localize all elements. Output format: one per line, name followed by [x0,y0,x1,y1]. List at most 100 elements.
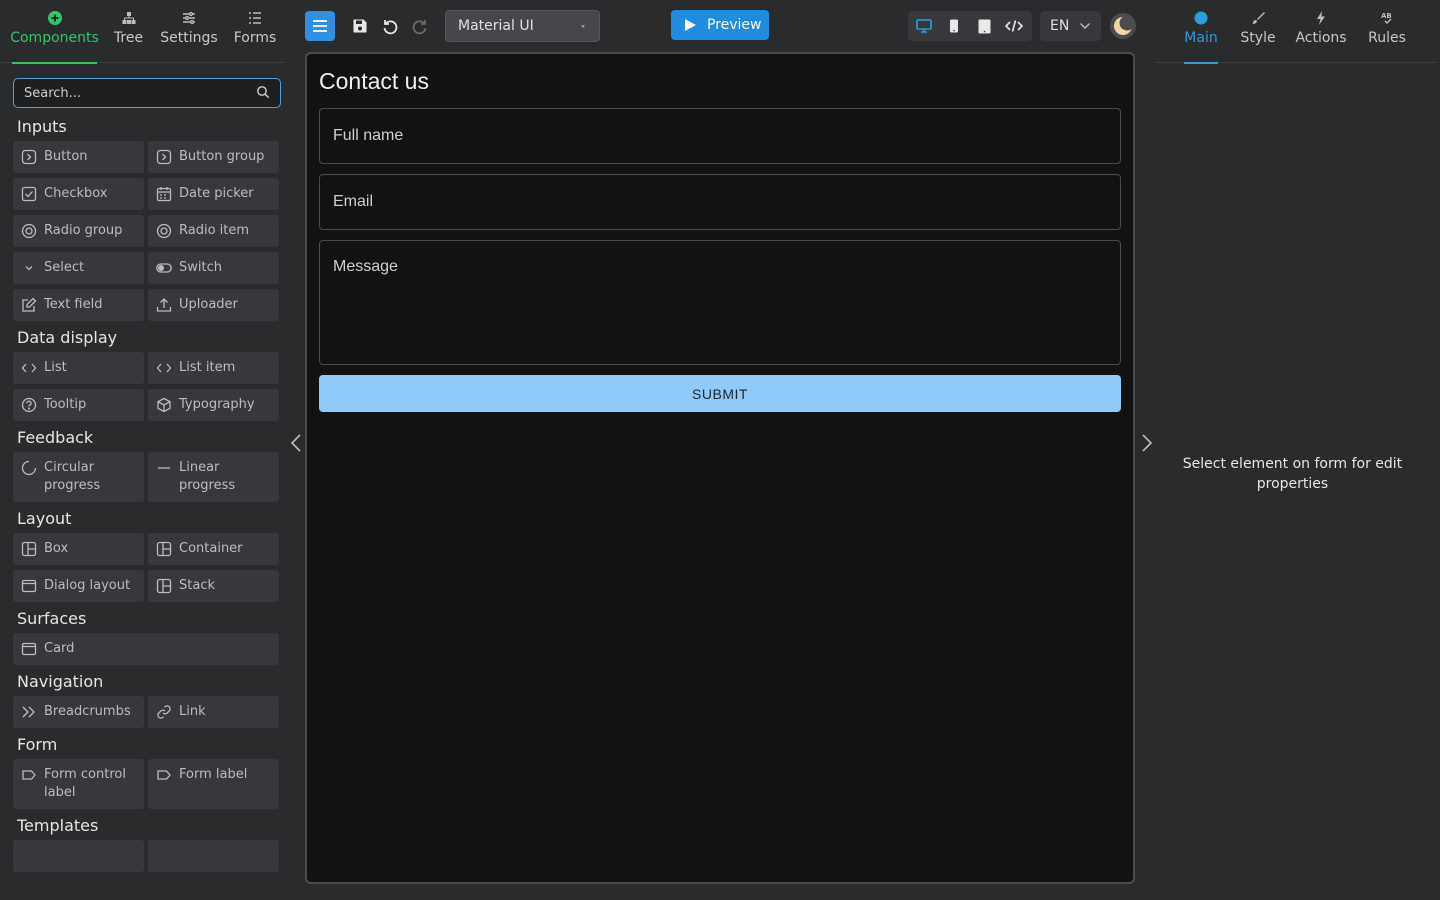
left-tab-bar: Components Tree Settings Forms [0,0,285,64]
tab-style[interactable]: Style [1240,10,1276,63]
palette-item-radio-item[interactable]: Radio item [148,215,279,247]
window-icon [21,579,37,593]
section-title-data-display: Data display [17,328,118,347]
tab-label: Settings [160,30,218,46]
item-label: Dialog layout [44,578,131,593]
radio-icon [156,223,172,239]
preview-button[interactable]: Preview [671,10,769,40]
code-view-button[interactable] [999,11,1029,41]
item-label: Typography [179,397,255,412]
item-label: Checkbox [44,186,108,201]
menu-button[interactable] [305,11,335,41]
component-palette: Inputs Button Button group Checkbox Date… [13,112,281,876]
theme-toggle-button[interactable] [1110,13,1136,39]
checkbox-icon [21,186,37,202]
palette-item-linear-progress[interactable]: Linear progress [148,452,279,502]
tablet-icon [978,19,990,33]
tab-components[interactable]: Components [10,10,99,64]
language-value: EN [1050,18,1070,34]
palette-item-text-field[interactable]: Text field [13,289,144,321]
palette-item-breadcrumbs[interactable]: Breadcrumbs [13,696,144,728]
radio-icon [21,223,37,239]
item-label: Radio group [44,223,123,238]
item-label: Tooltip [44,397,87,412]
submit-button[interactable]: SUBMIT [319,375,1121,412]
svg-text:AB: AB [1381,12,1392,20]
language-select[interactable]: EN [1040,11,1101,41]
form-canvas: Contact us SUBMIT [305,52,1135,884]
tab-label: Tree [113,30,144,46]
item-label: Stack [179,578,215,593]
edit-icon [22,297,37,312]
palette-item-tooltip[interactable]: Tooltip [13,389,144,421]
palette-item-list[interactable]: List [13,352,144,384]
palette-item-link[interactable]: Link [148,696,279,728]
tab-main[interactable]: Main [1184,10,1218,64]
section-title-surfaces: Surfaces [17,609,87,628]
palette-item-stack[interactable]: Stack [148,570,279,602]
collapse-left-panel-button[interactable] [288,432,304,454]
palette-item-form-label[interactable]: Form label [148,759,279,809]
palette-item-form-control-label[interactable]: Form control label [13,759,144,809]
upload-icon [156,298,172,312]
dot-icon [1193,10,1209,26]
tab-label: Forms [233,30,277,46]
properties-empty-hint: Select element on form for edit properti… [1182,456,1403,492]
label-icon [22,770,36,780]
palette-item-date-picker[interactable]: Date picker [148,178,279,210]
palette-item-switch[interactable]: Switch [148,252,279,284]
tablet-view-button[interactable] [969,11,999,41]
undo-button[interactable] [375,11,405,41]
palette-item-uploader[interactable]: Uploader [148,289,279,321]
email-input[interactable] [333,193,1107,211]
palette-item-template[interactable] [13,840,144,872]
palette-item-button[interactable]: Button [13,141,144,173]
palette-item-box[interactable]: Box [13,533,144,565]
item-label: Button group [179,149,265,164]
phone-icon [950,19,958,33]
palette-item-template[interactable] [148,840,279,872]
palette-item-checkbox[interactable]: Checkbox [13,178,144,210]
ui-library-select[interactable]: Material UI [445,10,600,42]
circular-progress-icon [21,460,37,476]
ui-library-value: Material UI [458,18,534,34]
tab-rules[interactable]: AB Rules [1368,10,1406,63]
save-button[interactable] [345,11,375,41]
section-title-navigation: Navigation [17,672,104,691]
play-icon [685,19,696,31]
tab-forms[interactable]: Forms [233,10,277,63]
chevron-right-icon [1142,434,1153,452]
form-title: Contact us [319,68,429,94]
search-icon[interactable] [256,84,270,103]
palette-item-typography[interactable]: Typography [148,389,279,421]
item-label: Form control label [44,767,126,800]
chevron-down-icon [25,266,33,271]
section-title-inputs: Inputs [17,117,67,136]
palette-item-circular-progress[interactable]: Circular progress [13,452,144,502]
search-input[interactable] [24,85,256,101]
palette-item-card[interactable]: Card [13,633,279,665]
tab-settings[interactable]: Settings [160,10,218,63]
palette-item-select[interactable]: Select [13,252,144,284]
desktop-view-button[interactable] [909,11,939,41]
top-toolbar: Material UI Preview EN [305,8,1145,42]
collapse-right-panel-button[interactable] [1139,432,1155,454]
help-icon [21,397,37,413]
redo-button[interactable] [405,11,435,41]
palette-item-radio-group[interactable]: Radio group [13,215,144,247]
message-textarea[interactable] [333,258,1107,353]
palette-item-dialog-layout[interactable]: Dialog layout [13,570,144,602]
palette-item-button-group[interactable]: Button group [148,141,279,173]
palette-item-list-item[interactable]: List item [148,352,279,384]
tab-tree[interactable]: Tree [113,10,144,63]
tab-label: Style [1240,30,1276,46]
section-title-feedback: Feedback [17,428,94,447]
chevron-left-icon [290,434,301,452]
toggle-icon [156,263,172,273]
tab-actions[interactable]: Actions [1295,10,1347,63]
undo-icon [383,20,398,35]
palette-item-container[interactable]: Container [148,533,279,565]
chevron-down-icon [1080,23,1090,29]
mobile-view-button[interactable] [939,11,969,41]
full-name-input[interactable] [333,127,1107,145]
